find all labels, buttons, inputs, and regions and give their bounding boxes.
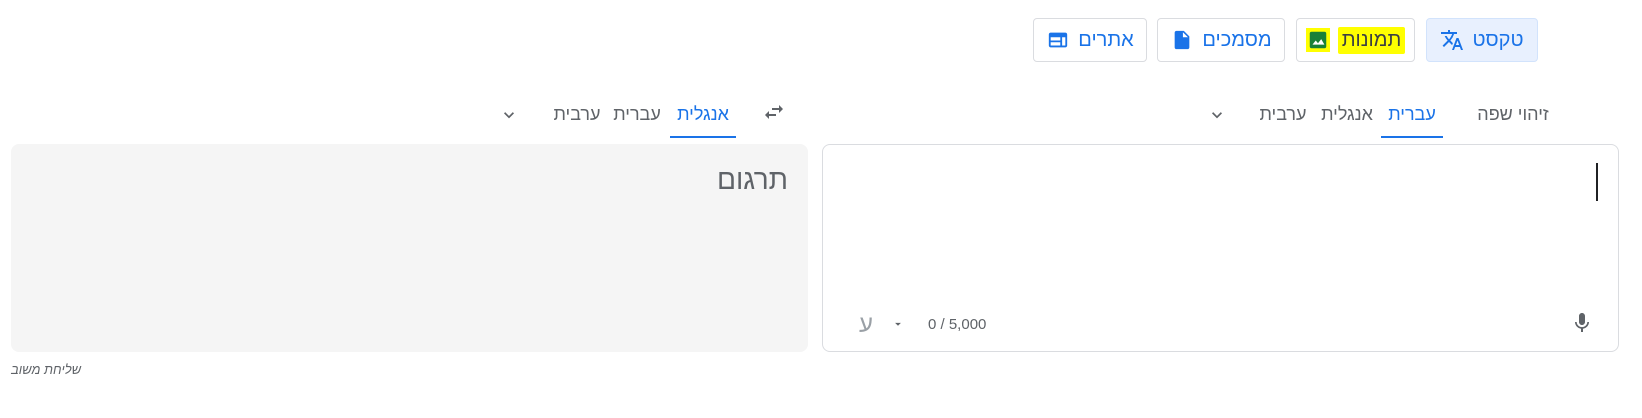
translation-placeholder: תרגום [716, 164, 788, 195]
source-more-languages-chevron-icon[interactable] [1203, 101, 1231, 129]
images-mode-label: תמונות [1337, 26, 1406, 54]
virtual-keyboard-button[interactable]: ע [859, 311, 873, 339]
documents-mode-button[interactable]: מסמכים [1157, 18, 1285, 62]
text-cursor [1596, 163, 1598, 201]
tab-source-english[interactable]: אנגלית [1316, 98, 1378, 138]
text-mode-button[interactable]: טקסט [1426, 18, 1538, 62]
document-icon [1170, 28, 1194, 52]
translate-icon [1440, 28, 1464, 52]
tab-source-arabic[interactable]: ערבית [1252, 98, 1314, 138]
tab-target-arabic[interactable]: ערבית [548, 98, 606, 138]
character-count: 0 / 5,000 [928, 316, 987, 333]
tab-target-hebrew[interactable]: עברית [608, 98, 666, 138]
keyboard-options-caret-icon[interactable] [889, 315, 907, 333]
websites-mode-button[interactable]: אתרים [1033, 18, 1147, 62]
tab-source-hebrew[interactable]: עברית [1381, 98, 1443, 138]
microphone-icon[interactable] [1568, 309, 1596, 337]
images-mode-button[interactable]: תמונות [1296, 18, 1415, 62]
tab-source-detect[interactable]: זיהוי שפה [1448, 98, 1578, 138]
documents-mode-label: מסמכים [1202, 28, 1272, 51]
web-icon [1046, 28, 1070, 52]
text-mode-label: טקסט [1472, 28, 1524, 51]
websites-mode-label: אתרים [1078, 28, 1134, 51]
source-text-input[interactable]: ע 0 / 5,000 [822, 144, 1619, 352]
tab-target-english[interactable]: אנגלית [670, 98, 736, 138]
send-feedback-link[interactable]: שליחת משוב [11, 362, 81, 377]
image-icon [1305, 28, 1330, 52]
translation-output: תרגום [11, 144, 808, 352]
target-more-languages-chevron-icon[interactable] [495, 101, 523, 129]
swap-languages-icon[interactable] [760, 98, 788, 126]
